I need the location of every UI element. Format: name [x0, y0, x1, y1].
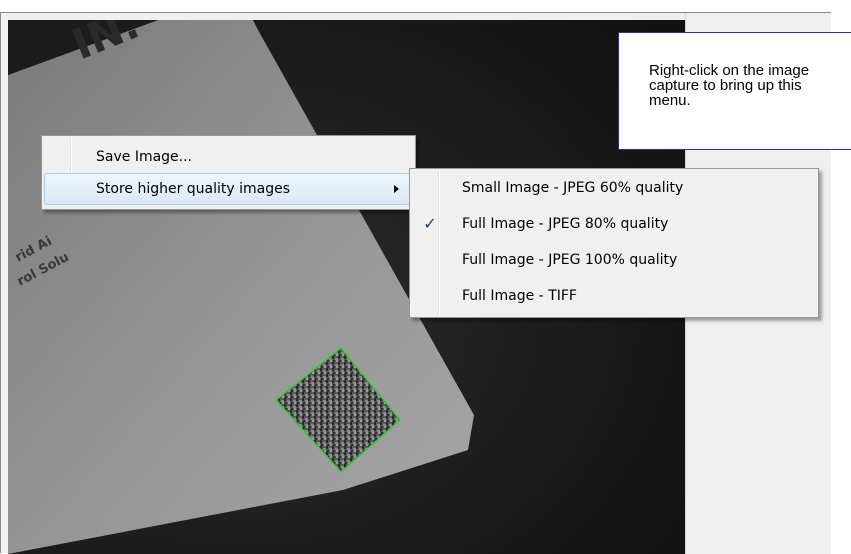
submenu-item-label: Small Image - JPEG 60% quality	[462, 180, 684, 196]
checkmark-icon: ✓	[423, 214, 437, 233]
context-menu: Save Image... Store higher quality image…	[41, 135, 416, 210]
submenu-item-full-jpeg100[interactable]: Full Image - JPEG 100% quality	[412, 244, 816, 276]
submenu-item-full-tiff[interactable]: Full Image - TIFF	[412, 280, 816, 312]
submenu-item-label: Full Image - TIFF	[462, 288, 577, 304]
quality-submenu: Small Image - JPEG 60% quality ✓ Full Im…	[409, 168, 819, 318]
submenu-item-full-jpeg80[interactable]: ✓ Full Image - JPEG 80% quality	[412, 208, 816, 240]
submenu-item-label: Full Image - JPEG 100% quality	[462, 252, 678, 268]
submenu-item-label: Full Image - JPEG 80% quality	[462, 216, 669, 232]
callout-box: Right-click on the image capture to brin…	[618, 32, 851, 150]
menu-item-label: Save Image...	[96, 149, 193, 165]
menu-item-label: Store higher quality images	[96, 181, 291, 197]
submenu-arrow-icon	[394, 185, 399, 193]
menu-item-store-higher-quality[interactable]: Store higher quality images	[44, 173, 413, 205]
callout-text: Right-click on the image capture to brin…	[649, 62, 810, 109]
menu-item-save-image[interactable]: Save Image...	[44, 141, 413, 173]
submenu-item-small-jpeg60[interactable]: Small Image - JPEG 60% quality	[412, 172, 816, 204]
